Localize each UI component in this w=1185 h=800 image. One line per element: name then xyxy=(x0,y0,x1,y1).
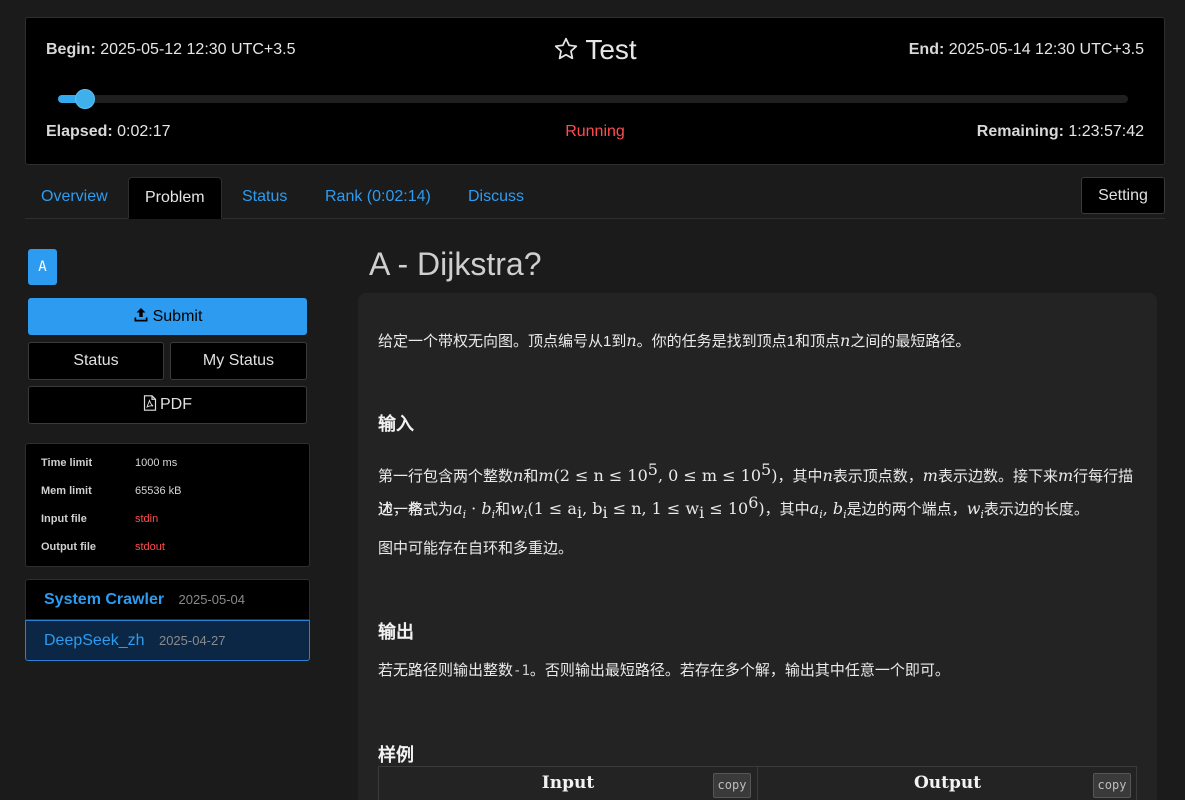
contest-remaining: Remaining: 1:23:57:42 xyxy=(977,123,1144,141)
text: 和 xyxy=(523,468,539,485)
problem-title: A - Dijkstra? xyxy=(369,246,542,282)
math-formula: ≤ n, 1 ≤ w xyxy=(607,499,700,518)
contest-progress-bar xyxy=(58,89,1128,109)
limit-row-time: Time limit 1000 ms xyxy=(41,457,177,469)
math-exp: 5 xyxy=(647,460,658,479)
math-var: n xyxy=(822,466,833,485)
pdf-file-icon xyxy=(143,389,157,425)
contest-header-panel: Begin: 2025-05-12 12:30 UTC+3.5 Test End… xyxy=(25,17,1165,165)
text: 表示边数。接下来 xyxy=(937,468,1058,485)
math-var: m xyxy=(1057,466,1074,485)
sample-input-header: Input xyxy=(541,773,595,793)
output-heading: 输出 xyxy=(378,622,414,642)
copy-output-button[interactable]: copy xyxy=(1093,773,1131,798)
math-var: m xyxy=(538,466,554,485)
math-formula: , 0 ≤ m ≤ 10 xyxy=(657,466,761,485)
math-formula: (2 ≤ n ≤ 10 xyxy=(553,466,648,485)
author-date: 2025-05-04 xyxy=(178,592,246,607)
submit-button[interactable]: Submit xyxy=(28,298,307,335)
math-var: n xyxy=(513,466,524,485)
output-text: 若无路径则输出整数-1。否则输出最短路径。若存在多个解，输出其中任意一个即可。 xyxy=(378,654,1137,688)
problem-statement: 给定一个带权无向图。顶点编号从1到n。你的任务是找到顶点1和顶点n之间的最短路径… xyxy=(358,293,1157,800)
contest-end: End: 2025-05-14 12:30 UTC+3.5 xyxy=(909,41,1144,59)
status-button[interactable]: Status xyxy=(28,342,164,380)
copy-input-button[interactable]: copy xyxy=(713,773,751,798)
text: 。你的任务是找到顶点1和顶点 xyxy=(636,333,841,350)
pdf-label: PDF xyxy=(160,396,192,413)
limit-key: Mem limit xyxy=(41,485,92,497)
text: 之间的最短路径。 xyxy=(850,333,971,350)
limit-value: stdin xyxy=(135,513,159,525)
text: 边，格式为 xyxy=(378,501,454,518)
text: 表示边的长度。 xyxy=(983,501,1089,518)
remaining-value: 1:23:57:42 xyxy=(1068,123,1144,140)
sample-heading: 样例 xyxy=(378,745,414,765)
tab-discuss[interactable]: Discuss xyxy=(452,177,540,219)
submit-label: Submit xyxy=(152,308,203,325)
text: 和 xyxy=(495,501,511,518)
contest-progress-knob[interactable] xyxy=(75,89,96,109)
star-icon[interactable] xyxy=(553,36,579,69)
end-label: End: xyxy=(908,41,945,58)
sample-table: Input copy Output copy xyxy=(378,766,1137,800)
limit-row-memory: Mem limit 65536 kB xyxy=(41,485,181,497)
math-exp: 6 xyxy=(748,493,759,512)
pdf-button[interactable]: PDF xyxy=(28,386,307,424)
text: 表示顶点数， xyxy=(832,468,923,485)
text: 给定一个带权无向图。顶点编号从1到 xyxy=(378,333,627,350)
author-date: 2025-04-27 xyxy=(158,633,226,648)
text: 第一行包含两个整数 xyxy=(378,468,514,485)
remaining-label: Remaining: xyxy=(976,123,1064,140)
tab-overview[interactable]: Overview xyxy=(25,177,124,219)
my-status-button[interactable]: My Status xyxy=(170,342,307,380)
sample-output-column: Output copy xyxy=(758,767,1137,800)
tab-rank[interactable]: Rank (0:02:14) xyxy=(309,177,447,219)
input-line-2: 边，格式为ai · bi和wi(1 ≤ ai, bi ≤ n, 1 ≤ wi ≤… xyxy=(378,493,1089,522)
tab-problem[interactable]: Problem xyxy=(128,177,222,219)
sample-output-header: Output xyxy=(913,773,982,793)
input-heading: 输入 xyxy=(378,414,414,434)
problem-intro: 给定一个带权无向图。顶点编号从1到n。你的任务是找到顶点1和顶点n之间的最短路径… xyxy=(378,324,1137,358)
limit-key: Output file xyxy=(41,541,96,553)
text: ，其中 xyxy=(777,468,823,485)
setting-button[interactable]: Setting xyxy=(1081,177,1165,214)
upload-icon xyxy=(133,300,149,337)
text: 是边的两个端点， xyxy=(846,501,967,518)
end-value: 2025-05-14 12:30 UTC+3.5 xyxy=(948,41,1144,58)
limit-key: Time limit xyxy=(41,457,93,469)
contest-tabs: Overview Problem Status Rank (0:02:14) D… xyxy=(25,177,1165,219)
contest-title-text: Test xyxy=(585,34,637,65)
math-exp: 5 xyxy=(761,460,772,479)
math-formula: (1 ≤ a xyxy=(527,499,577,518)
text: ，其中 xyxy=(764,501,810,518)
limit-value: 1000 ms xyxy=(135,457,178,469)
math-var: m xyxy=(922,466,938,485)
text: 若无路径则输出整数 xyxy=(378,662,514,679)
problem-authors-list: System Crawler 2025-05-04 DeepSeek_zh 20… xyxy=(25,579,310,662)
author-item[interactable]: System Crawler 2025-05-04 xyxy=(25,579,310,620)
math-var: n xyxy=(626,331,637,350)
problem-limits-panel: Time limit 1000 ms Mem limit 65536 kB Inpu… xyxy=(25,443,310,567)
author-name: DeepSeek_zh xyxy=(44,632,145,649)
math-var: n xyxy=(840,331,851,350)
author-item-selected[interactable]: DeepSeek_zh 2025-04-27 xyxy=(25,620,310,661)
math-formula: ≤ 10 xyxy=(704,499,749,518)
limit-value: 65536 kB xyxy=(135,485,182,497)
text: 。否则输出最短路径。若存在多个解，输出其中任意一个即可。 xyxy=(529,662,950,679)
limit-row-output-file: Output file stdout xyxy=(41,541,165,553)
sample-input-column: Input copy xyxy=(379,767,758,800)
math-formula: , b xyxy=(582,499,603,518)
limit-key: Input file xyxy=(41,513,87,525)
inline-code: -1 xyxy=(513,663,530,679)
problem-letter-button[interactable]: A xyxy=(28,249,57,285)
input-line-3: 图中可能存在自环和多重边。 xyxy=(378,540,574,557)
author-name: System Crawler xyxy=(44,591,165,608)
limit-row-input-file: Input file stdin xyxy=(41,513,158,525)
limit-value: stdout xyxy=(135,541,165,553)
tab-status[interactable]: Status xyxy=(226,177,303,219)
